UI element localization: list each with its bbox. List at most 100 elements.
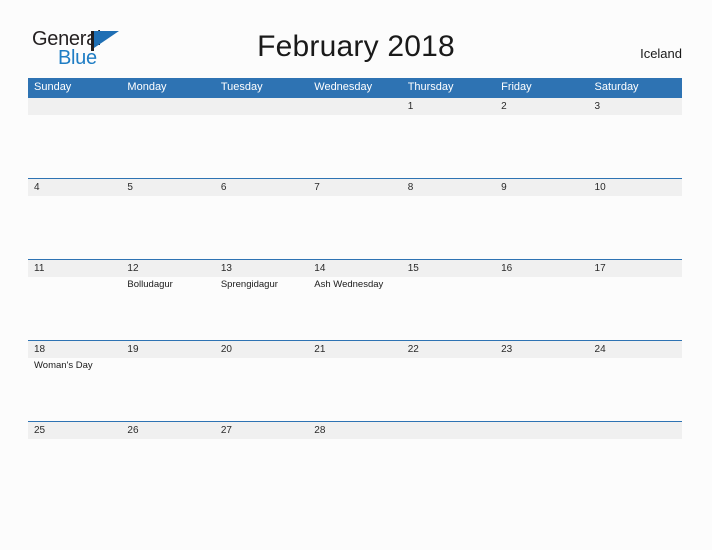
day-number[interactable]: 22 — [402, 341, 495, 358]
weekday-header-thursday: Thursday — [407, 81, 454, 93]
day-cell[interactable] — [589, 196, 682, 259]
day-cell[interactable] — [308, 196, 401, 259]
day-number[interactable]: 15 — [402, 260, 495, 277]
day-number[interactable]: 13 — [215, 260, 308, 277]
weekday-header-friday: Friday — [501, 81, 532, 93]
day-number[interactable] — [402, 422, 495, 439]
day-cell[interactable] — [215, 439, 308, 502]
day-number[interactable]: 23 — [495, 341, 588, 358]
day-number[interactable]: 8 — [402, 179, 495, 196]
weekday-header-monday: Monday — [127, 81, 167, 93]
week-daynumber-band: 11 12 13 14 15 16 17 — [28, 260, 682, 277]
day-number[interactable]: 26 — [121, 422, 214, 439]
day-cell[interactable] — [215, 196, 308, 259]
day-number[interactable]: 12 — [121, 260, 214, 277]
day-cell[interactable] — [402, 196, 495, 259]
day-cell[interactable] — [402, 439, 495, 502]
weekday-header-sunday: Sunday — [34, 81, 72, 93]
day-event: Woman's Day — [34, 360, 93, 371]
day-cell[interactable] — [495, 196, 588, 259]
day-number[interactable] — [495, 422, 588, 439]
day-cell[interactable] — [121, 358, 214, 421]
day-number[interactable]: 14 — [308, 260, 401, 277]
day-cell[interactable] — [589, 358, 682, 421]
day-number[interactable]: 17 — [589, 260, 682, 277]
day-number[interactable]: 6 — [215, 179, 308, 196]
day-cell[interactable] — [495, 115, 588, 178]
day-number[interactable]: 24 — [589, 341, 682, 358]
day-number[interactable]: 18 — [28, 341, 121, 358]
day-number[interactable]: 20 — [215, 341, 308, 358]
week-daynumber-band: 4 5 6 7 8 9 10 — [28, 179, 682, 196]
day-cell[interactable] — [308, 358, 401, 421]
week-daynumber-band: 25 26 27 28 — [28, 422, 682, 439]
day-number[interactable]: 10 — [589, 179, 682, 196]
page-header: General Blue February 2018 Iceland — [0, 0, 712, 78]
week-daynumber-band: 18 19 20 21 22 23 24 — [28, 341, 682, 358]
day-cell[interactable] — [402, 277, 495, 340]
week-row: 4 5 6 7 8 9 10 — [28, 178, 682, 259]
day-cell[interactable] — [589, 115, 682, 178]
week-event-band — [28, 196, 682, 259]
day-number[interactable]: 7 — [308, 179, 401, 196]
day-cell[interactable] — [589, 277, 682, 340]
day-number[interactable]: 27 — [215, 422, 308, 439]
week-daynumber-band: 1 2 3 — [28, 98, 682, 115]
day-event: Bolludagur — [127, 279, 173, 290]
day-number[interactable]: 16 — [495, 260, 588, 277]
day-cell[interactable] — [121, 439, 214, 502]
week-row: 25 26 27 28 — [28, 421, 682, 502]
day-cell[interactable] — [495, 439, 588, 502]
day-number[interactable]: 1 — [402, 98, 495, 115]
day-cell[interactable] — [402, 358, 495, 421]
day-cell[interactable] — [28, 115, 121, 178]
week-event-band — [28, 439, 682, 502]
weekday-header-row: Sunday Monday Tuesday Wednesday Thursday… — [28, 78, 682, 97]
week-row: 1 2 3 — [28, 97, 682, 178]
day-cell[interactable]: Ash Wednesday — [308, 277, 401, 340]
weekday-header-wednesday: Wednesday — [314, 81, 373, 93]
day-number[interactable]: 19 — [121, 341, 214, 358]
day-number[interactable]: 21 — [308, 341, 401, 358]
day-cell[interactable] — [28, 196, 121, 259]
day-cell[interactable] — [495, 358, 588, 421]
day-cell[interactable]: Woman's Day — [28, 358, 121, 421]
day-number[interactable] — [121, 98, 214, 115]
day-cell[interactable] — [215, 115, 308, 178]
day-cell[interactable] — [121, 115, 214, 178]
day-cell[interactable]: Sprengidagur — [215, 277, 308, 340]
day-number[interactable] — [308, 98, 401, 115]
day-event: Ash Wednesday — [314, 279, 384, 290]
day-cell[interactable] — [121, 196, 214, 259]
day-number[interactable] — [589, 422, 682, 439]
week-event-band — [28, 115, 682, 178]
day-cell[interactable] — [495, 277, 588, 340]
weekday-header-saturday: Saturday — [594, 81, 639, 93]
day-cell[interactable] — [28, 439, 121, 502]
week-event-band: Woman's Day — [28, 358, 682, 421]
day-number[interactable]: 5 — [121, 179, 214, 196]
day-number[interactable]: 4 — [28, 179, 121, 196]
day-cell[interactable] — [215, 358, 308, 421]
day-cell[interactable] — [308, 439, 401, 502]
day-number[interactable]: 25 — [28, 422, 121, 439]
week-row: 11 12 13 14 15 16 17 Bolludagur Sprengid… — [28, 259, 682, 340]
weekday-header-tuesday: Tuesday — [220, 81, 263, 93]
region-label: Iceland — [640, 46, 682, 61]
day-number[interactable] — [28, 98, 121, 115]
day-number[interactable]: 2 — [495, 98, 588, 115]
week-row: 18 19 20 21 22 23 24 Woman's Day — [28, 340, 682, 421]
day-cell[interactable]: Bolludagur — [121, 277, 214, 340]
page-title: February 2018 — [257, 30, 455, 63]
day-number[interactable]: 28 — [308, 422, 401, 439]
day-number[interactable] — [215, 98, 308, 115]
day-number[interactable]: 3 — [589, 98, 682, 115]
day-cell[interactable] — [308, 115, 401, 178]
day-number[interactable]: 9 — [495, 179, 588, 196]
day-cell[interactable] — [402, 115, 495, 178]
day-number[interactable]: 11 — [28, 260, 121, 277]
day-cell[interactable] — [589, 439, 682, 502]
calendar-grid: Sunday Monday Tuesday Wednesday Thursday… — [28, 78, 682, 502]
day-cell[interactable] — [28, 277, 121, 340]
day-event: Sprengidagur — [220, 279, 278, 290]
